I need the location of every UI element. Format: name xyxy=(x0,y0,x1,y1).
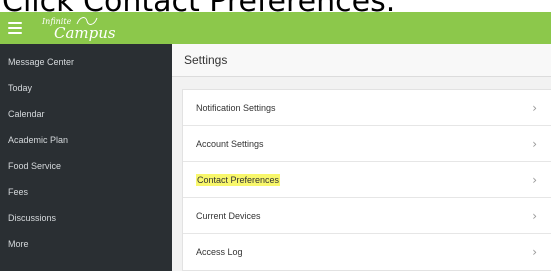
chevron-right-icon: › xyxy=(532,245,537,259)
settings-row-account-settings[interactable]: Account Settings › xyxy=(183,126,551,162)
chevron-right-icon: › xyxy=(532,172,537,187)
sidebar-item-fees[interactable]: Fees xyxy=(0,179,172,205)
main-content: Settings Notification Settings › Account… xyxy=(172,44,551,271)
settings-row-contact-preferences[interactable]: Contact Preferences › xyxy=(183,162,551,198)
settings-list: Notification Settings › Account Settings… xyxy=(182,89,551,271)
settings-row-label: Account Settings xyxy=(196,138,264,149)
chevron-right-icon: › xyxy=(532,136,537,151)
settings-row-notification-settings[interactable]: Notification Settings › xyxy=(183,90,551,126)
sidebar-item-academic-plan[interactable]: Academic Plan xyxy=(0,127,172,153)
settings-row-current-devices[interactable]: Current Devices › xyxy=(183,198,551,234)
chevron-right-icon: › xyxy=(532,100,537,115)
settings-row-label-highlighted: Contact Preferences xyxy=(196,173,281,186)
top-bar: Infinite Campus xyxy=(0,12,551,44)
settings-row-access-log[interactable]: Access Log › xyxy=(183,234,551,270)
page-title: Settings xyxy=(172,44,551,77)
settings-row-label: Current Devices xyxy=(196,210,261,221)
sidebar-item-calendar[interactable]: Calendar xyxy=(0,101,172,127)
settings-row-label: Access Log xyxy=(196,247,243,257)
sidebar-item-more[interactable]: More xyxy=(0,231,172,257)
sidebar: Message Center Today Calendar Academic P… xyxy=(0,44,172,271)
chevron-right-icon: › xyxy=(532,208,537,223)
sidebar-item-message-center[interactable]: Message Center xyxy=(0,49,172,75)
sidebar-item-food-service[interactable]: Food Service xyxy=(0,153,172,179)
hamburger-menu-icon[interactable] xyxy=(8,22,22,34)
sidebar-item-today[interactable]: Today xyxy=(0,75,172,101)
sidebar-item-discussions[interactable]: Discussions xyxy=(0,205,172,231)
infinite-campus-logo[interactable]: Infinite Campus xyxy=(42,14,116,42)
logo-text-bottom: Campus xyxy=(54,24,116,42)
settings-row-label: Notification Settings xyxy=(196,102,276,113)
